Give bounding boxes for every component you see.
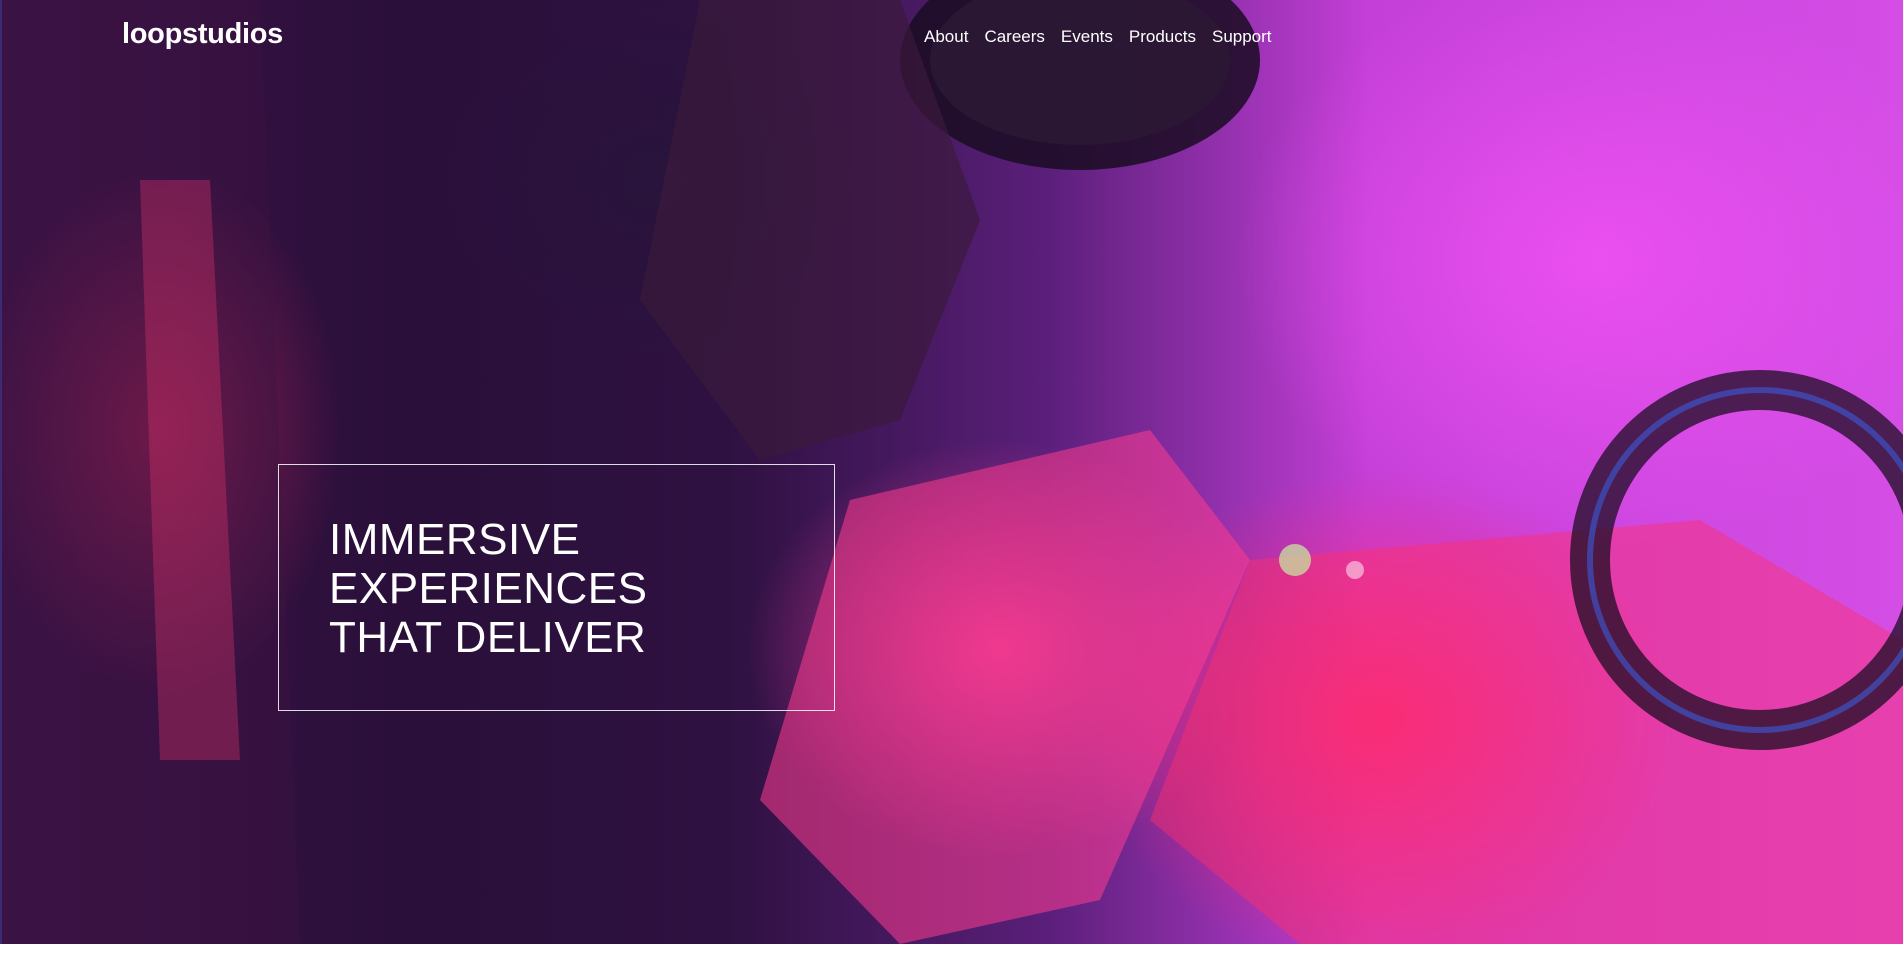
hero-headline: IMMERSIVE EXPERIENCES THAT DELIVER (329, 515, 647, 662)
hero-headline-line-2: EXPERIENCES (329, 564, 648, 613)
hero-headline-line-1: IMMERSIVE (329, 515, 581, 564)
hero-section: loopstudios About Careers Events Product… (0, 0, 1903, 944)
nav-about[interactable]: About (924, 27, 968, 47)
nav-careers[interactable]: Careers (984, 27, 1044, 47)
main-nav: About Careers Events Products Support (924, 27, 1288, 47)
hero-headline-line-3: THAT DELIVER (329, 613, 647, 662)
hero-headline-box: IMMERSIVE EXPERIENCES THAT DELIVER (278, 464, 835, 711)
site-logo[interactable]: loopstudios (122, 18, 283, 51)
nav-events[interactable]: Events (1061, 27, 1113, 47)
nav-products[interactable]: Products (1129, 27, 1196, 47)
left-edge-strip (0, 0, 2, 944)
nav-support[interactable]: Support (1212, 27, 1272, 47)
